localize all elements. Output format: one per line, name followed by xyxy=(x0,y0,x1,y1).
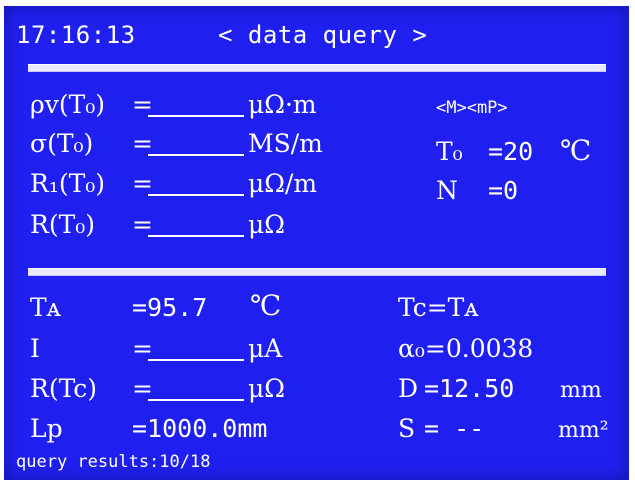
mode-indicator: <M><mP> xyxy=(436,98,508,118)
clock-time: 17:16:13 xyxy=(16,21,136,49)
lp-label: Lp xyxy=(30,414,63,443)
d-value: =12.50 xyxy=(424,374,515,403)
i-label: I xyxy=(30,334,40,363)
alpha-value: α₀=0.0038 xyxy=(398,334,534,363)
t0-unit: ℃ xyxy=(560,134,592,167)
rho-unit: μΩ·m xyxy=(248,90,317,119)
r1-value-blank xyxy=(148,194,244,196)
n-value: =0 xyxy=(488,176,519,205)
s-unit: mm² xyxy=(558,418,609,443)
r-label: R(T₀) xyxy=(30,210,96,239)
r1-label: R₁(T₀) xyxy=(30,169,106,198)
r-unit: μΩ xyxy=(248,210,285,239)
sigma-unit: MS/m xyxy=(248,129,323,158)
s-label: S xyxy=(398,414,416,443)
lcd-screen: 17:16:13 < data query > ρv(T₀) = μΩ·m σ(… xyxy=(4,6,629,480)
i-unit: μA xyxy=(248,334,283,363)
s-value: = -- xyxy=(424,414,485,443)
tc-value: Tc=Tᴀ xyxy=(398,293,479,322)
rtc-label: R(Tc) xyxy=(30,374,98,403)
rtc-unit: μΩ xyxy=(248,374,285,403)
d-unit: mm xyxy=(560,378,602,403)
ta-label: Tᴀ xyxy=(30,293,61,322)
t0-label: T₀ xyxy=(436,137,463,166)
top-divider xyxy=(28,64,606,72)
query-results-status: query results:10/18 xyxy=(16,452,211,472)
rtc-value-blank xyxy=(148,399,244,401)
sigma-value-blank xyxy=(148,154,244,156)
r1-unit: μΩ/m xyxy=(248,169,318,198)
ta-unit: ℃ xyxy=(250,289,282,322)
sigma-label: σ(T₀) xyxy=(30,129,94,158)
n-label: N xyxy=(436,176,458,205)
rho-value-blank xyxy=(148,115,244,117)
rho-label: ρv(T₀) xyxy=(30,90,106,119)
r-value-blank xyxy=(148,235,244,237)
ta-value: =95.7 xyxy=(132,293,208,322)
d-label: D xyxy=(398,374,419,403)
lp-value: =1000.0mm xyxy=(132,414,268,443)
t0-value: =20 xyxy=(488,137,534,166)
middle-divider xyxy=(28,268,606,276)
i-value-blank xyxy=(148,359,244,361)
page-title: < data query > xyxy=(218,21,428,49)
